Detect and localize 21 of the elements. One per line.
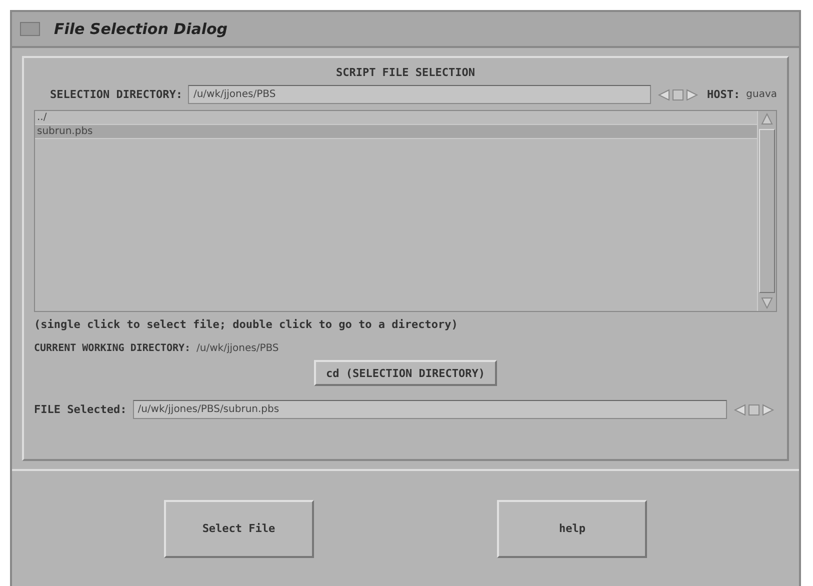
scrollbar[interactable] xyxy=(757,111,776,311)
section-heading: SCRIPT FILE SELECTION xyxy=(336,66,476,79)
window-menu-button[interactable] xyxy=(20,22,40,36)
host-label: HOST: xyxy=(707,88,740,101)
field-label: FILE Selected: xyxy=(34,403,127,416)
field-label: SELECTION DIRECTORY: xyxy=(50,88,182,101)
cwd-label: CURRENT WORKING DIRECTORY: xyxy=(34,343,191,354)
file-selected-field[interactable]: /u/wk/jjones/PBS/subrun.pbs xyxy=(132,400,727,419)
dialog-button[interactable]: help xyxy=(497,500,648,558)
up-arrow-icon[interactable] xyxy=(761,113,773,125)
cd-button[interactable]: cd (SELECTION DIRECTORY) xyxy=(314,360,497,386)
scroll-thumb[interactable] xyxy=(759,129,775,293)
directory-field[interactable]: /u/wk/jjones/PBS xyxy=(188,85,652,104)
cwd-value: /u/wk/jjones/PBS xyxy=(196,343,279,354)
dialog-button[interactable]: Select File xyxy=(164,500,314,558)
file-item[interactable]: subrun.pbs xyxy=(35,125,757,139)
file-item[interactable]: ../ xyxy=(35,111,757,125)
hint-text: (single click to select file; double click to go to a directory) xyxy=(34,318,459,331)
window-title: File Selection Dialog xyxy=(54,20,228,38)
down-arrow-icon[interactable] xyxy=(761,297,773,309)
host-value: guava xyxy=(746,89,777,100)
